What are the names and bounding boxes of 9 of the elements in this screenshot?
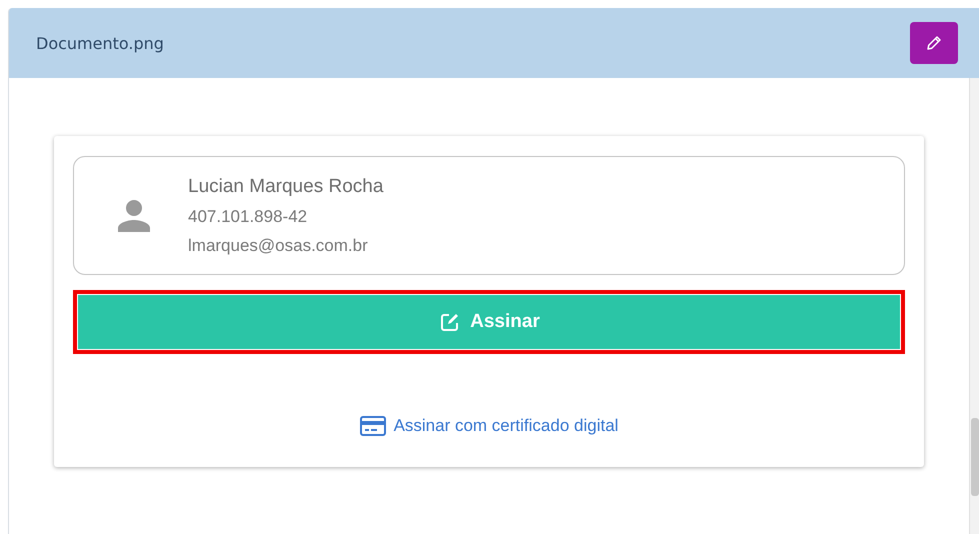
edit-button[interactable]	[910, 22, 958, 64]
signer-document: 407.101.898-42	[188, 206, 308, 226]
signer-name: Lucian Marques Rocha	[188, 176, 384, 198]
certificate-link[interactable]: Assinar com certificado digital	[360, 416, 618, 436]
panel-title: Documento.png	[36, 34, 164, 52]
pencil-icon	[925, 34, 943, 52]
scrollbar[interactable]	[969, 78, 979, 534]
credit-card-icon	[360, 416, 386, 436]
signer-email: lmarques@osas.com.br	[188, 236, 369, 256]
